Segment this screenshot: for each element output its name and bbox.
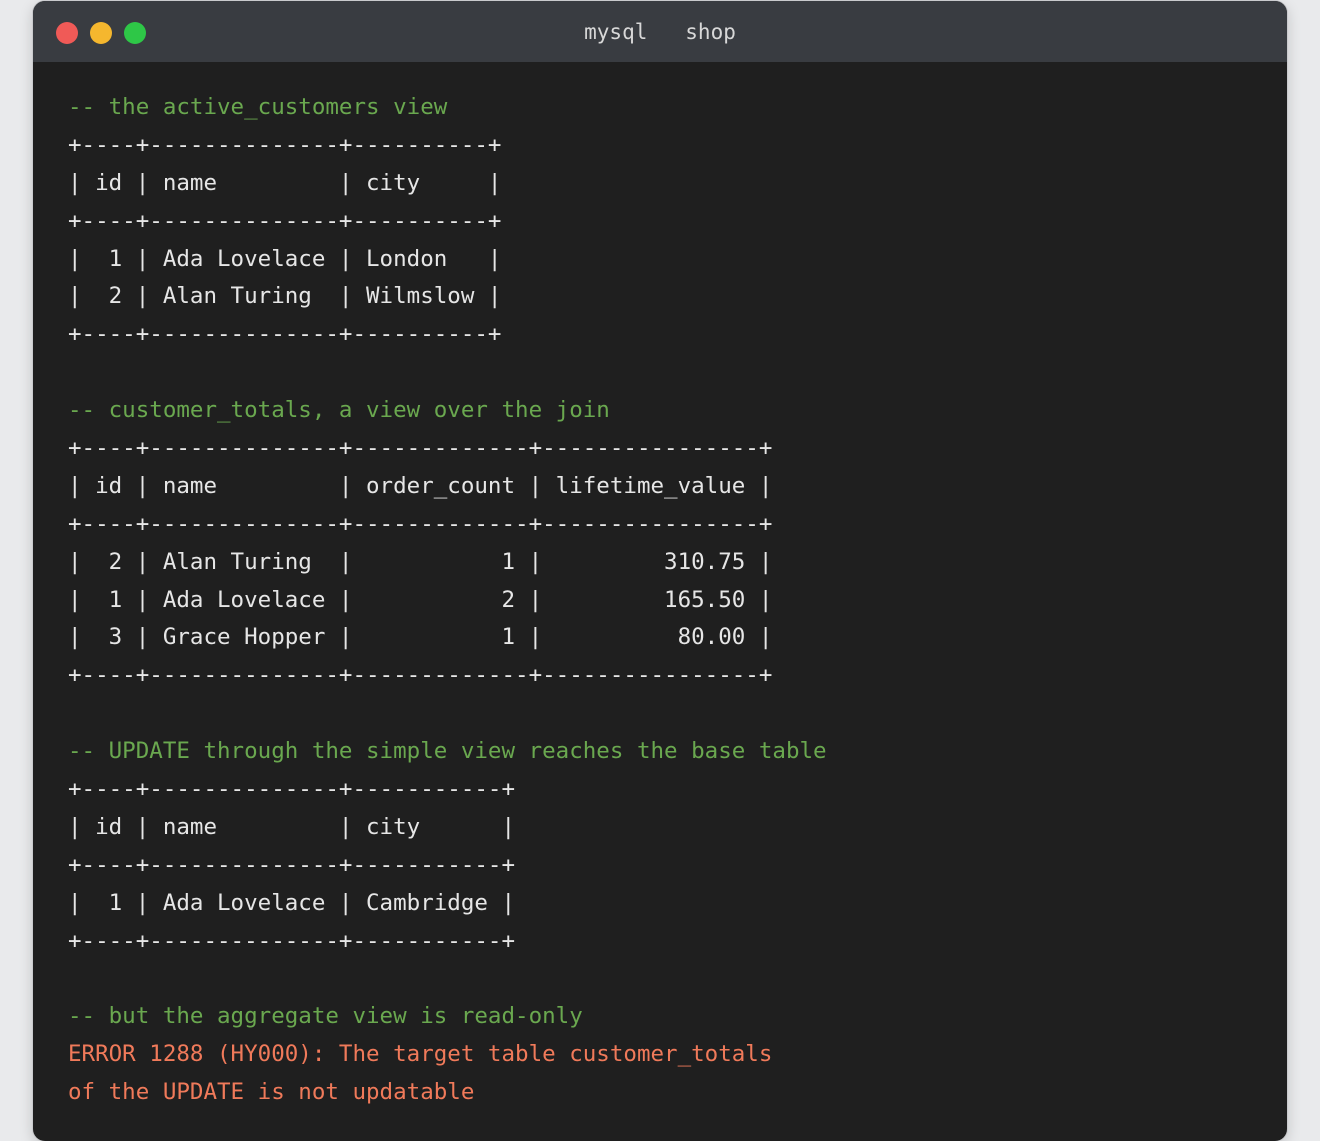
- sql-comment-line: -- UPDATE through the simple view reache…: [68, 738, 827, 765]
- table-output-line: | 2 | Alan Turing | Wilmslow |: [68, 283, 502, 310]
- table-output-line: +----+--------------+----------+: [68, 321, 502, 348]
- table-output-line: | id | name | city |: [68, 813, 516, 840]
- table-output-line: | 1 | Ada Lovelace | Cambridge |: [68, 889, 516, 916]
- error-message-line: ERROR 1288 (HY000): The target table cus…: [68, 1041, 773, 1068]
- table-output-line: +----+--------------+-----------+: [68, 851, 516, 878]
- sql-comment-line: -- customer_totals, a view over the join: [68, 397, 610, 424]
- table-output-line: +----+--------------+-----------+: [68, 927, 516, 954]
- table-output-line: +----+--------------+----------+: [68, 207, 502, 234]
- window-title: mysql shop: [584, 20, 736, 44]
- error-message-line: of the UPDATE is not updatable: [68, 1079, 475, 1106]
- terminal-window: mysql shop -- the active_customers view +…: [33, 1, 1287, 1141]
- table-output-line: +----+--------------+----------+: [68, 131, 502, 158]
- table-output-line: | 1 | Ada Lovelace | London |: [68, 245, 502, 272]
- sql-comment-line: -- the active_customers view: [68, 94, 448, 120]
- sql-comment-line: -- but the aggregate view is read-only: [68, 1003, 583, 1030]
- table-output-line: | id | name | city |: [68, 169, 502, 196]
- table-output-line: | 3 | Grace Hopper | 1 | 80.00 |: [68, 624, 773, 651]
- table-output-line: | 1 | Ada Lovelace | 2 | 165.50 |: [68, 586, 773, 613]
- table-output-line: +----+--------------+-------------+-----…: [68, 435, 773, 462]
- title-bar: mysql shop: [33, 1, 1287, 62]
- table-output-line: | id | name | order_count | lifetime_val…: [68, 472, 773, 499]
- table-output-line: | 2 | Alan Turing | 1 | 310.75 |: [68, 548, 773, 575]
- table-output-line: +----+--------------+-------------+-----…: [68, 662, 773, 689]
- table-output-line: +----+--------------+-----------+: [68, 776, 516, 803]
- table-output-line: +----+--------------+-------------+-----…: [68, 510, 773, 537]
- terminal-output[interactable]: -- the active_customers view +----+------…: [68, 89, 827, 1112]
